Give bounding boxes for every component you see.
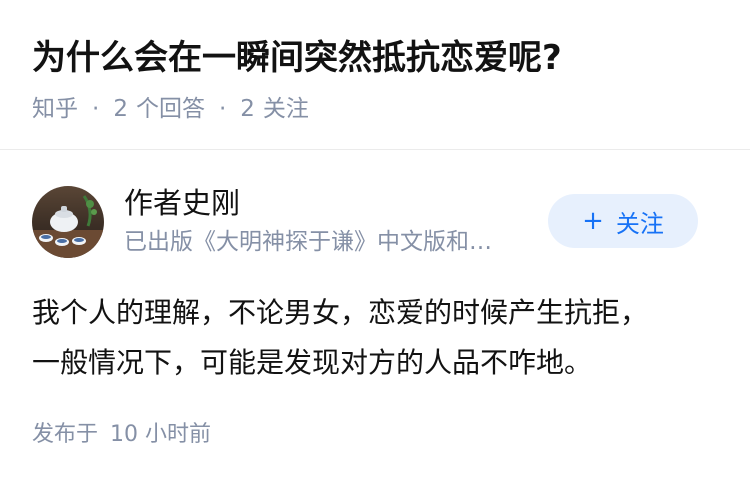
answer-paragraph-line: 一般情况下，可能是发现对方的人品不咋地。 [32,346,593,379]
plus-icon: + [582,206,604,236]
answer-paragraph-line: 我个人的理解，不论男女，恋爱的时候产生抗拒， [32,296,649,329]
question-header: 为什么会在一瞬间突然抵抗恋爱呢? 知乎 · 2 个回答 · 2 关注 [0,0,750,150]
tea-set-photo-avatar [32,186,104,258]
meta-separator: · [218,96,227,122]
follows-label: 关注 [262,96,309,122]
avatar[interactable] [32,186,104,258]
publish-prefix: 发布于 [32,422,99,447]
follows-count: 2 [240,96,255,122]
meta-separator: · [92,96,100,122]
follow-button[interactable]: + 关注 [548,194,698,248]
publish-time: 发布于 10 小时前 [32,419,211,451]
author-headline: 已出版《大明神探于谦》中文版和… [124,229,492,255]
author-name[interactable]: 作者史刚 [124,183,240,223]
publish-time-value: 10 小时前 [110,422,212,447]
answers-count: 2 [113,96,128,122]
question-meta: 知乎 · 2 个回答 · 2 关注 [32,92,309,126]
question-title[interactable]: 为什么会在一瞬间突然抵抗恋爱呢? [32,34,562,82]
answer-card: 作者史刚 已出版《大明神探于谦》中文版和… + 关注 我个人的理解，不论男女，恋… [0,151,750,486]
follow-button-label: 关注 [615,209,664,238]
source-label[interactable]: 知乎 [32,92,78,126]
answers-label: 个回答 [135,96,205,122]
answer-content[interactable]: 我个人的理解，不论男女，恋爱的时候产生抗拒， 一般情况下，可能是发现对方的人品不… [32,288,722,388]
